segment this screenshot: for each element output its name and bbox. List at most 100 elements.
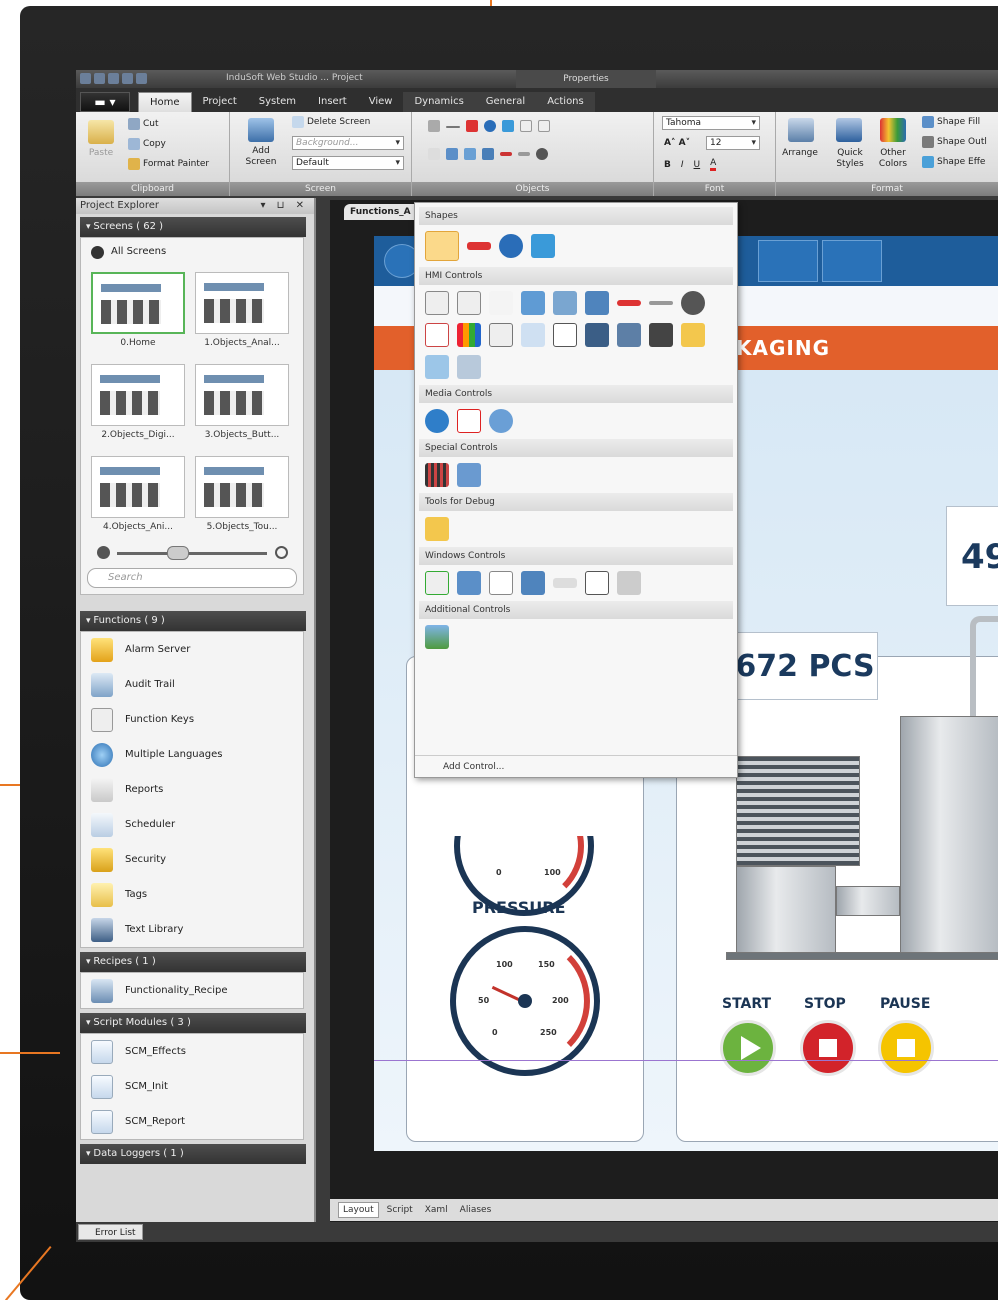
symbol-icon[interactable]: [553, 291, 577, 315]
freeform-shape-icon[interactable]: [531, 234, 555, 258]
image-control-icon[interactable]: [425, 625, 449, 649]
gauge-icon[interactable]: [681, 291, 705, 315]
ok-button-icon[interactable]: [457, 291, 481, 315]
tab-script[interactable]: Script: [383, 1203, 417, 1217]
thumbnail-zoom-slider[interactable]: [81, 540, 303, 566]
tab-aliases[interactable]: Aliases: [456, 1203, 496, 1217]
function-multiple-languages[interactable]: Multiple Languages: [81, 737, 303, 772]
functions-section-header[interactable]: Functions ( 9 ): [80, 611, 306, 631]
ellipse-icon[interactable]: [484, 120, 496, 132]
tab-home[interactable]: Home: [138, 92, 192, 112]
tab-view[interactable]: View: [358, 92, 404, 112]
default-select[interactable]: Default: [292, 156, 404, 170]
other-colors-icon[interactable]: [880, 118, 906, 142]
add-screen-button[interactable]: Add Screen: [238, 146, 284, 168]
function-function-keys[interactable]: Function Keys: [81, 702, 303, 737]
application-menu-button[interactable]: ▬ ▾: [80, 92, 130, 112]
other-colors-button[interactable]: Other Colors: [874, 148, 912, 170]
run-icon[interactable]: [136, 73, 147, 84]
font-size-select[interactable]: 12: [706, 136, 760, 150]
italic-button[interactable]: I: [681, 160, 684, 170]
line-shape-icon[interactable]: [425, 231, 459, 261]
bold-button[interactable]: B: [664, 160, 671, 170]
script-module-item[interactable]: SCM_Init: [81, 1069, 303, 1104]
list-icon[interactable]: [617, 323, 641, 347]
stop-button[interactable]: [800, 1020, 856, 1076]
script-module-item[interactable]: SCM_Report: [81, 1104, 303, 1139]
tab-xaml[interactable]: Xaml: [421, 1203, 452, 1217]
pdf-icon[interactable]: [457, 409, 481, 433]
screen-thumbnail[interactable]: 3.Objects_Butt...: [195, 364, 289, 448]
3d-icon[interactable]: [464, 148, 476, 160]
quick-styles-icon[interactable]: [836, 118, 862, 142]
zoom-out-icon[interactable]: [97, 546, 110, 559]
function-reports[interactable]: Reports: [81, 772, 303, 807]
screen-thumbnail[interactable]: 5.Objects_Tou...: [195, 456, 289, 540]
browser-icon[interactable]: [489, 409, 513, 433]
key-icon[interactable]: [518, 152, 530, 156]
screen-search-input[interactable]: Search: [87, 568, 297, 588]
paste-button[interactable]: Paste: [84, 148, 118, 159]
font-color-button[interactable]: A: [710, 158, 717, 171]
script-modules-section-header[interactable]: Script Modules ( 3 ): [80, 1013, 306, 1033]
checkbox-icon[interactable]: [425, 571, 449, 595]
cut-button[interactable]: Cut: [128, 118, 159, 130]
document-tab[interactable]: Functions_A: [344, 204, 424, 220]
grid-icon[interactable]: [553, 323, 577, 347]
quick-styles-button[interactable]: Quick Styles: [830, 148, 870, 170]
undo-icon[interactable]: [108, 73, 119, 84]
save-icon[interactable]: [94, 73, 105, 84]
start-button[interactable]: [720, 1020, 776, 1076]
script-module-item[interactable]: SCM_Effects: [81, 1034, 303, 1069]
text-object-icon[interactable]: [489, 291, 513, 315]
text-icon[interactable]: [428, 148, 440, 160]
slider-icon[interactable]: [617, 300, 641, 306]
tab-insert[interactable]: Insert: [307, 92, 358, 112]
add-control-item[interactable]: Add Control...: [415, 755, 737, 777]
slider-handle[interactable]: [167, 546, 189, 560]
tab-layout[interactable]: Layout: [338, 1202, 379, 1218]
network-icon[interactable]: [457, 463, 481, 487]
picture-icon[interactable]: [521, 291, 545, 315]
add-screen-icon[interactable]: [248, 118, 274, 142]
bar-chart-icon[interactable]: [457, 323, 481, 347]
slider-icon[interactable]: [500, 152, 512, 156]
redo-icon[interactable]: [122, 73, 133, 84]
screen-thumbnail[interactable]: 2.Objects_Digi...: [91, 364, 185, 448]
key-nav-icon[interactable]: [758, 240, 818, 282]
all-screens-item[interactable]: All Screens: [81, 238, 303, 266]
rectangle-icon[interactable]: [466, 120, 478, 132]
error-list-tab[interactable]: Error List: [78, 1224, 143, 1240]
line-icon[interactable]: [446, 126, 460, 128]
shape-fill-button[interactable]: Shape Fill: [922, 116, 980, 128]
screen-thumbnail[interactable]: 0.Home: [91, 272, 185, 356]
tab-actions[interactable]: Actions: [536, 92, 595, 112]
pointer-icon[interactable]: [428, 120, 440, 132]
alarm-icon[interactable]: [489, 323, 513, 347]
window-icon[interactable]: [585, 323, 609, 347]
function-security[interactable]: Security: [81, 842, 303, 877]
textbox-icon[interactable]: [489, 571, 513, 595]
key-icon[interactable]: [649, 301, 673, 305]
format-painter-button[interactable]: Format Painter: [128, 158, 209, 170]
combobox-icon[interactable]: [617, 571, 641, 595]
paste-icon[interactable]: [88, 120, 114, 144]
play-media-icon[interactable]: [425, 409, 449, 433]
viewer-icon[interactable]: [649, 323, 673, 347]
database-icon[interactable]: [425, 355, 449, 379]
recipes-section-header[interactable]: Recipes ( 1 ): [80, 952, 306, 972]
text-io-icon[interactable]: [425, 291, 449, 315]
delete-screen-button[interactable]: Delete Screen: [292, 116, 370, 128]
debug-tool-icon[interactable]: [425, 517, 449, 541]
list-view-icon[interactable]: [585, 571, 609, 595]
cube-icon[interactable]: [482, 148, 494, 160]
datagrid-icon[interactable]: [457, 571, 481, 595]
panel-controls[interactable]: ▾ ⊔ ✕: [260, 198, 308, 214]
text-io-icon[interactable]: [520, 120, 532, 132]
tab-dynamics[interactable]: Dynamics: [403, 92, 475, 112]
grow-font-button[interactable]: A˄ A˅: [664, 138, 690, 148]
tab-project[interactable]: Project: [192, 92, 248, 112]
copy-button[interactable]: Copy: [128, 138, 166, 150]
tab-general[interactable]: General: [474, 92, 537, 112]
zoom-icon[interactable]: [457, 355, 481, 379]
